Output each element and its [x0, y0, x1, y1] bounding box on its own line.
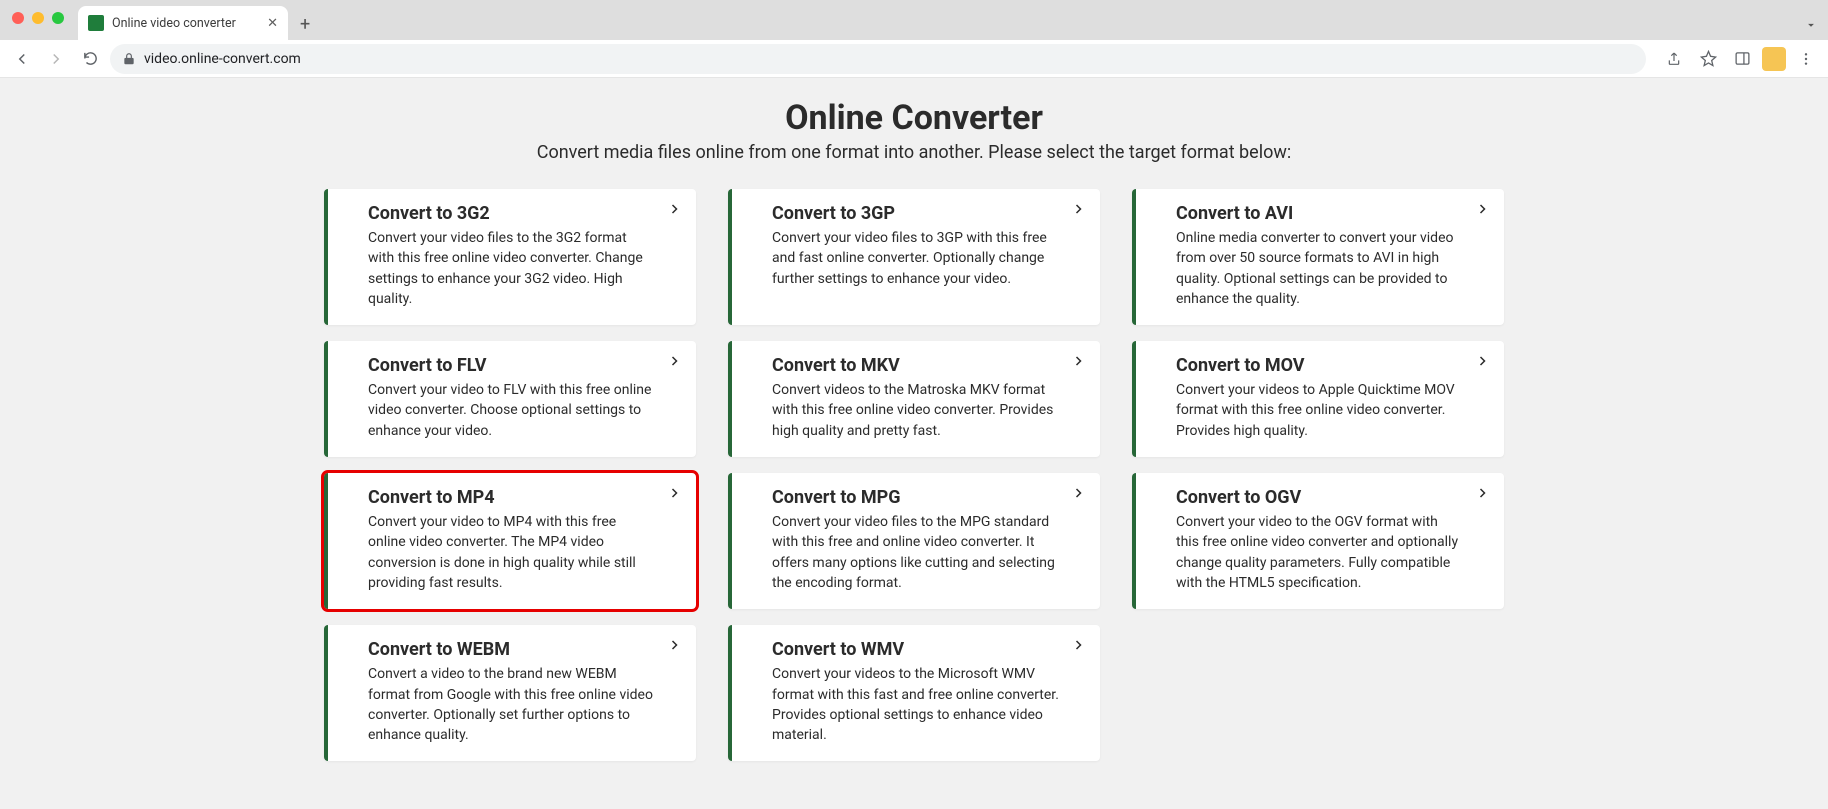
extension-icon[interactable]: [1762, 47, 1786, 71]
chrome-menu-button[interactable]: [1792, 45, 1820, 73]
browser-toolbar: video.online-convert.com: [0, 40, 1828, 78]
forward-button[interactable]: [42, 45, 70, 73]
card-title: Convert to 3GP: [772, 203, 1060, 224]
share-button[interactable]: [1660, 45, 1688, 73]
chevron-right-icon: [668, 355, 680, 367]
chevron-right-icon: [668, 487, 680, 499]
chevron-right-icon: [1072, 639, 1084, 651]
window-controls: [12, 12, 64, 24]
card-description: Convert your videos to the Microsoft WMV…: [772, 664, 1060, 745]
card-convert-to-3gp[interactable]: Convert to 3GP Convert your video files t…: [728, 189, 1100, 325]
window-close-button[interactable]: [12, 12, 24, 24]
card-description: Online media converter to convert your v…: [1176, 228, 1464, 309]
card-convert-to-wmv[interactable]: Convert to WMV Convert your videos to the…: [728, 625, 1100, 761]
card-convert-to-mkv[interactable]: Convert to MKV Convert videos to the Matr…: [728, 341, 1100, 457]
back-button[interactable]: [8, 45, 36, 73]
card-title: Convert to FLV: [368, 355, 656, 376]
chevron-right-icon: [1072, 487, 1084, 499]
card-convert-to-mov[interactable]: Convert to MOV Convert your videos to App…: [1132, 341, 1504, 457]
reload-button[interactable]: [76, 45, 104, 73]
tab-strip: Online video converter ✕ +: [0, 0, 1828, 40]
chevron-right-icon: [668, 203, 680, 215]
window-maximize-button[interactable]: [52, 12, 64, 24]
card-convert-to-avi[interactable]: Convert to AVI Online media converter to …: [1132, 189, 1504, 325]
card-convert-to-ogv[interactable]: Convert to OGV Convert your video to the …: [1132, 473, 1504, 609]
card-title: Convert to 3G2: [368, 203, 656, 224]
close-tab-button[interactable]: ✕: [267, 17, 278, 30]
tab-favicon: [88, 15, 104, 31]
card-description: Convert your video files to the MPG stan…: [772, 512, 1060, 593]
url-text: video.online-convert.com: [144, 51, 301, 67]
card-description: Convert your video files to the 3G2 form…: [368, 228, 656, 309]
card-description: Convert your video to the OGV format wit…: [1176, 512, 1464, 593]
card-description: Convert your videos to Apple Quicktime M…: [1176, 380, 1464, 441]
chevron-right-icon: [1476, 355, 1488, 367]
card-description: Convert your video files to 3GP with thi…: [772, 228, 1060, 289]
chevron-right-icon: [1476, 203, 1488, 215]
card-description: Convert a video to the brand new WEBM fo…: [368, 664, 656, 745]
card-title: Convert to MOV: [1176, 355, 1464, 376]
browser-tab[interactable]: Online video converter ✕: [78, 6, 288, 40]
side-panel-button[interactable]: [1728, 45, 1756, 73]
chevron-right-icon: [1072, 355, 1084, 367]
tab-title: Online video converter: [112, 16, 259, 31]
card-title: Convert to MP4: [368, 487, 656, 508]
card-title: Convert to OGV: [1176, 487, 1464, 508]
new-tab-button[interactable]: +: [300, 16, 310, 34]
card-title: Convert to AVI: [1176, 203, 1464, 224]
card-convert-to-mpg[interactable]: Convert to MPG Convert your video files t…: [728, 473, 1100, 609]
toolbar-right: [1660, 45, 1820, 73]
card-title: Convert to MKV: [772, 355, 1060, 376]
card-convert-to-flv[interactable]: Convert to FLV Convert your video to FLV …: [324, 341, 696, 457]
page-subtitle: Convert media files online from one form…: [0, 142, 1828, 163]
card-description: Convert your video to FLV with this free…: [368, 380, 656, 441]
tabs-dropdown-button[interactable]: [1804, 18, 1818, 32]
card-title: Convert to MPG: [772, 487, 1060, 508]
card-convert-to-3g2[interactable]: Convert to 3G2 Convert your video files t…: [324, 189, 696, 325]
window-minimize-button[interactable]: [32, 12, 44, 24]
page-title: Online Converter: [0, 98, 1828, 138]
chevron-right-icon: [668, 639, 680, 651]
chevron-right-icon: [1072, 203, 1084, 215]
card-convert-to-webm[interactable]: Convert to WEBM Convert a video to the br…: [324, 625, 696, 761]
card-convert-to-mp4[interactable]: Convert to MP4 Convert your video to MP4 …: [324, 473, 696, 609]
card-description: Convert videos to the Matroska MKV forma…: [772, 380, 1060, 441]
lock-icon: [122, 52, 136, 66]
bookmark-button[interactable]: [1694, 45, 1722, 73]
chevron-right-icon: [1476, 487, 1488, 499]
page-content: Online Converter Convert media files onl…: [0, 78, 1828, 761]
converter-cards-grid: Convert to 3G2 Convert your video files t…: [324, 189, 1504, 761]
address-bar[interactable]: video.online-convert.com: [110, 44, 1646, 74]
card-description: Convert your video to MP4 with this free…: [368, 512, 656, 593]
card-title: Convert to WMV: [772, 639, 1060, 660]
card-title: Convert to WEBM: [368, 639, 656, 660]
